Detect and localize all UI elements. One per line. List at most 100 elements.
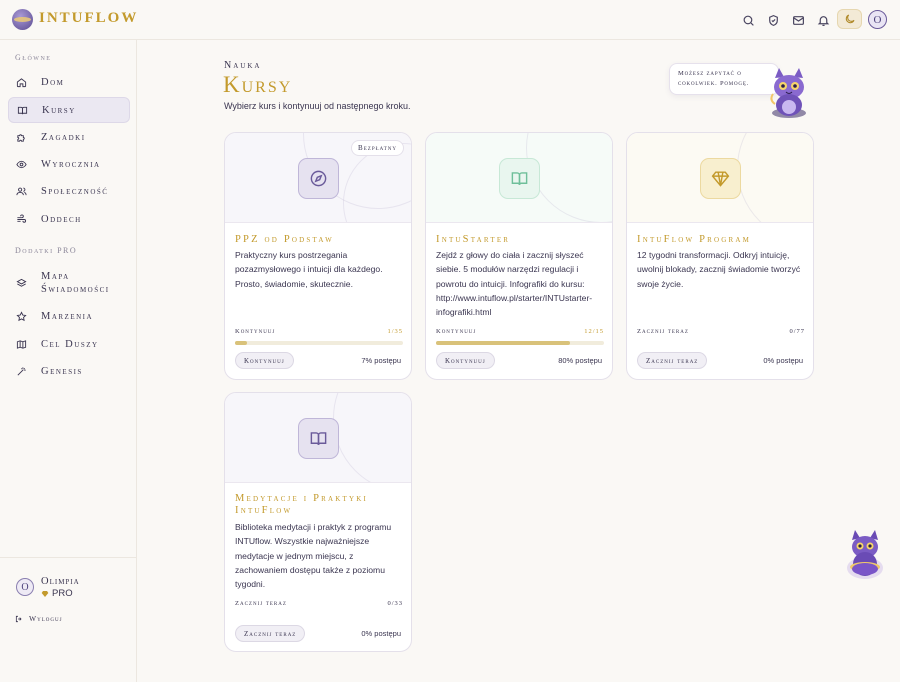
course-progress-percent: 0% postępu <box>361 629 401 638</box>
course-card-intuflow-program[interactable]: IntuFlow Program 12 tygodni transformacj… <box>626 132 814 380</box>
sidebar-item-mapa-swiadomosci[interactable]: Mapa Świadomości <box>8 267 130 299</box>
logout-icon <box>15 615 22 622</box>
course-progress-row: Kontynuuj 1/35 <box>235 328 403 335</box>
course-progress-bar <box>235 341 403 345</box>
star-icon <box>16 310 27 321</box>
shield-icon[interactable] <box>765 12 781 28</box>
user-avatar: O <box>16 578 34 596</box>
mail-icon[interactable] <box>790 12 806 28</box>
course-progress-fill <box>436 341 571 345</box>
course-progress-percent: 7% postępu <box>361 356 401 365</box>
course-progress-bar <box>436 341 604 345</box>
layers-icon <box>16 278 27 287</box>
course-status-label: Kontynuuj <box>235 328 276 335</box>
course-description: Praktyczny kurs postrzegania pozazmysłow… <box>235 250 383 289</box>
sidebar-item-label: Dom <box>41 76 65 88</box>
sidebar-divider <box>0 557 137 558</box>
page-title: Kursy <box>223 72 293 97</box>
moon-icon <box>845 14 855 24</box>
app-logo-text[interactable]: INTUFLOW <box>39 10 138 27</box>
sidebar-item-label: Kursy <box>42 104 76 116</box>
course-lesson-count: 0/77 <box>789 328 805 335</box>
banner-decor <box>333 393 411 482</box>
course-progress-fill <box>235 341 247 345</box>
diamond-icon <box>41 590 49 597</box>
course-title: PPZ od Podstaw <box>235 234 334 245</box>
continue-button[interactable]: Kontynuuj <box>235 352 294 369</box>
sidebar-item-label: Wyrocznia <box>41 158 101 170</box>
open-book-icon <box>511 172 528 185</box>
header-avatar[interactable]: O <box>868 10 887 29</box>
course-icon-box <box>298 418 339 459</box>
sidebar-item-oddech[interactable]: Oddech <box>8 206 130 232</box>
sidebar-item-spolecznosc[interactable]: Społeczność <box>8 178 130 204</box>
course-title: Medytacje i Praktyki IntuFlow <box>235 493 369 516</box>
course-icon-box <box>700 158 741 199</box>
page-eyebrow: Nauka <box>224 60 262 71</box>
banner-decor <box>737 133 813 222</box>
user-plan: PRO <box>41 588 73 599</box>
sidebar-item-dom[interactable]: Dom <box>8 69 130 95</box>
course-progress-row: Zacznij teraz 0/77 <box>637 328 805 335</box>
course-icon-box <box>499 158 540 199</box>
free-badge: Bezpłatny <box>351 140 404 156</box>
course-status-label: Zacznij teraz <box>235 600 287 607</box>
page-subtitle: Wybierz kurs i kontynuuj od następnego k… <box>224 101 411 111</box>
sidebar-item-kursy[interactable]: Kursy <box>8 97 130 123</box>
course-card-ppz[interactable]: Bezpłatny PPZ od Podstaw Praktyczny kurs… <box>224 132 412 380</box>
compass-icon <box>310 170 327 187</box>
sidebar-item-label: Mapa Świadomości <box>41 271 110 295</box>
sidebar-item-cel-duszy[interactable]: Cel Duszy <box>8 331 130 357</box>
wand-icon <box>17 366 26 375</box>
theme-toggle-button[interactable] <box>837 9 862 29</box>
sidebar-item-zagadki[interactable]: Zagadki <box>8 124 130 150</box>
user-plan-label: PRO <box>52 588 73 599</box>
logout-label: Wyloguj <box>29 614 63 623</box>
sidebar-item-wyrocznia[interactable]: Wyrocznia <box>8 151 130 177</box>
sidebar-item-genesis[interactable]: Genesis <box>8 358 130 384</box>
continue-button[interactable]: Kontynuuj <box>436 352 495 369</box>
top-header: INTUFLOW O <box>0 0 900 40</box>
course-description: 12 tygodni transformacji. Odkryj intuicj… <box>637 250 801 289</box>
bell-icon[interactable] <box>815 12 831 28</box>
cat-mascot-icon[interactable] <box>765 66 813 119</box>
search-icon[interactable] <box>740 12 756 28</box>
sidebar-item-label: Społeczność <box>41 185 109 197</box>
sidebar-section-main: Główne <box>15 53 52 62</box>
sidebar-section-pro: Dodatki PRO <box>15 246 78 255</box>
assistant-speech-bubble[interactable]: Możesz zapytać o cokolwiek. Pomogę. <box>669 63 779 95</box>
sidebar-item-label: Cel Duszy <box>41 338 99 350</box>
course-card-medytacje[interactable]: Medytacje i Praktyki IntuFlow Biblioteka… <box>224 392 412 652</box>
sidebar-item-label: Marzenia <box>41 310 94 322</box>
course-progress-row: Kontynuuj 12/15 <box>436 328 604 335</box>
puzzle-icon <box>17 133 25 142</box>
course-progress-percent: 0% postępu <box>763 356 803 365</box>
start-now-button[interactable]: Zacznij teraz <box>235 625 306 642</box>
course-progress-percent: 80% postępu <box>558 356 602 365</box>
logout-button[interactable]: Wyloguj <box>15 614 63 623</box>
diamond-icon <box>711 171 730 187</box>
crescent-logo-icon[interactable] <box>12 9 33 30</box>
sidebar-item-label: Genesis <box>41 365 83 377</box>
start-now-button[interactable]: Zacznij teraz <box>637 352 708 369</box>
wind-icon <box>17 213 27 223</box>
map-icon <box>16 339 27 349</box>
course-card-intustarter[interactable]: IntuStarter Zejdź z głowy do ciała i zac… <box>425 132 613 380</box>
users-icon <box>16 187 27 195</box>
course-description: Biblioteka medytacji i praktyk z program… <box>235 522 392 590</box>
user-name: Olimpia <box>41 576 80 587</box>
home-icon <box>16 77 27 87</box>
course-card-banner <box>426 133 612 223</box>
sidebar-item-marzenia[interactable]: Marzenia <box>8 303 130 329</box>
course-progress-row: Zacznij teraz 0/33 <box>235 600 403 607</box>
course-status-label: Zacznij teraz <box>637 328 689 335</box>
assistant-fab-mascot-icon[interactable] <box>844 528 886 582</box>
course-icon-box <box>298 158 339 199</box>
course-title: IntuFlow Program <box>637 234 752 245</box>
course-description: Zejdź z głowy do ciała i zacznij słyszeć… <box>436 250 593 318</box>
course-lesson-count: 0/33 <box>387 600 403 607</box>
sidebar-item-label: Oddech <box>41 213 82 225</box>
eye-icon <box>16 160 27 168</box>
course-lesson-count: 12/15 <box>584 328 604 335</box>
sidebar-item-label: Zagadki <box>41 131 86 143</box>
